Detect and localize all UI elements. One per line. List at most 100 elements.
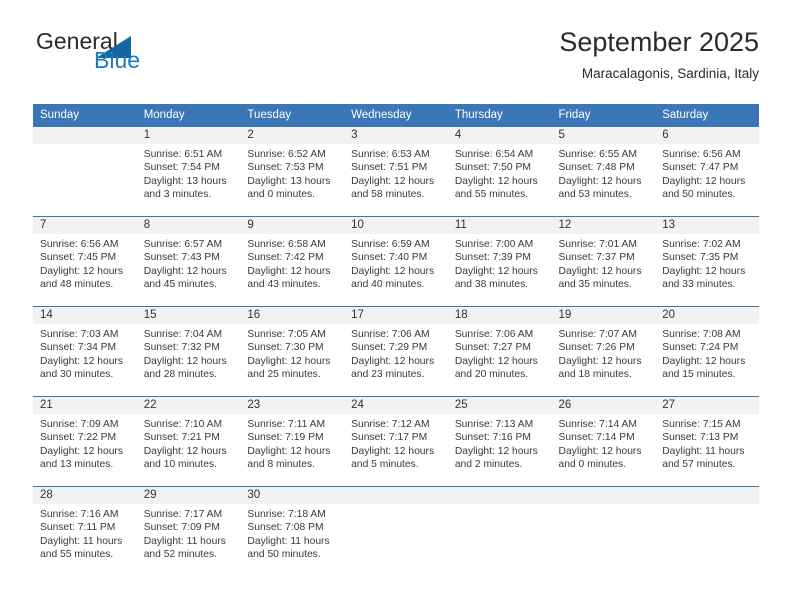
calendar-day-cell[interactable]: 8 Sunrise: 6:57 AM Sunset: 7:43 PM Daylight… [136, 216, 241, 307]
calendar-day-cell[interactable]: 1 Sunrise: 6:51 AM Sunset: 7:54 PM Daylight… [136, 126, 241, 217]
day-details: Sunrise: 6:51 AM Sunset: 7:54 PM Daylight:… [137, 144, 241, 202]
sunset-text: Sunset: 7:43 PM [143, 252, 220, 264]
sunset-text: Sunset: 7:32 PM [143, 342, 220, 354]
weekday-header-monday: Monday [136, 104, 241, 127]
calendar-day-cell[interactable]: 2 Sunrise: 6:52 AM Sunset: 7:53 PM Daylight… [240, 126, 345, 217]
sunrise-text: Sunrise: 7:18 AM [247, 509, 326, 520]
calendar-header-row: Sunday Monday Tuesday Wednesday Thursday… [33, 104, 759, 127]
sunset-text: Sunset: 7:54 PM [143, 162, 220, 174]
calendar-page: General Blue September 2025 Maracalagoni… [0, 0, 792, 612]
sunrise-text: Sunrise: 7:08 AM [662, 329, 741, 340]
sunset-text: Sunset: 7:50 PM [454, 162, 531, 174]
daylight-text-line2: and 25 minutes. [247, 369, 321, 381]
calendar-day-cell[interactable]: 26 Sunrise: 7:14 AM Sunset: 7:14 PM Dayligh… [551, 396, 656, 487]
day-details: Sunrise: 7:06 AM Sunset: 7:29 PM Daylight:… [344, 324, 448, 382]
calendar-day-cell[interactable]: 24 Sunrise: 7:12 AM Sunset: 7:17 PM Dayligh… [344, 396, 448, 487]
daylight-text-line1: Daylight: 12 hours [558, 175, 642, 187]
day-number: 7 [33, 217, 137, 234]
calendar-day-cell[interactable]: 9 Sunrise: 6:58 AM Sunset: 7:42 PM Daylight… [240, 216, 345, 307]
daylight-text-line2: and 52 minutes. [143, 549, 217, 561]
day-number: 26 [551, 397, 656, 414]
sunset-text: Sunset: 7:51 PM [351, 162, 428, 174]
day-details: Sunrise: 6:53 AM Sunset: 7:51 PM Daylight:… [344, 144, 448, 202]
day-details: Sunrise: 7:00 AM Sunset: 7:39 PM Daylight:… [448, 234, 552, 292]
weekday-header-wednesday: Wednesday [344, 104, 448, 127]
calendar-day-cell[interactable]: 20 Sunrise: 7:08 AM Sunset: 7:24 PM Dayligh… [655, 306, 759, 397]
sunset-text: Sunset: 7:26 PM [558, 342, 635, 354]
sunrise-text: Sunrise: 6:57 AM [143, 239, 223, 250]
daylight-text-line2: and 8 minutes. [247, 459, 315, 471]
calendar-day-cell[interactable]: 21 Sunrise: 7:09 AM Sunset: 7:22 PM Dayligh… [33, 396, 137, 487]
daylight-text-line2: and 38 minutes. [454, 279, 529, 291]
day-number: 4 [447, 127, 552, 144]
daylight-text-line1: Daylight: 12 hours [40, 355, 123, 367]
sunrise-text: Sunrise: 7:17 AM [143, 509, 223, 520]
day-number: 22 [136, 397, 241, 414]
daylight-text-line2: and 40 minutes. [351, 279, 425, 291]
daylight-text-line2: and 33 minutes. [662, 279, 736, 291]
sunset-text: Sunset: 7:48 PM [558, 162, 635, 174]
day-details: Sunrise: 6:55 AM Sunset: 7:48 PM Daylight:… [552, 144, 656, 202]
sunrise-text: Sunrise: 6:52 AM [247, 149, 326, 160]
calendar-day-cell[interactable]: 30 Sunrise: 7:18 AM Sunset: 7:08 PM Dayligh… [240, 486, 345, 577]
daylight-text-line1: Daylight: 12 hours [558, 265, 642, 277]
daylight-text-line1: Daylight: 12 hours [143, 355, 227, 367]
day-number: 20 [655, 307, 759, 324]
calendar-day-cell[interactable]: 23 Sunrise: 7:11 AM Sunset: 7:19 PM Dayligh… [240, 396, 345, 487]
sunset-text: Sunset: 7:21 PM [143, 432, 220, 444]
calendar-day-cell[interactable]: 17 Sunrise: 7:06 AM Sunset: 7:29 PM Dayligh… [344, 306, 448, 397]
day-details: Sunrise: 7:10 AM Sunset: 7:21 PM Daylight:… [137, 414, 241, 472]
title-block: September 2025 Maracalagonis, Sardinia, … [559, 27, 759, 80]
day-details: Sunrise: 7:12 AM Sunset: 7:17 PM Daylight:… [344, 414, 448, 472]
calendar-day-cell[interactable]: 10 Sunrise: 6:59 AM Sunset: 7:40 PM Dayligh… [344, 216, 448, 307]
day-number: 25 [447, 397, 552, 414]
sunset-text: Sunset: 7:22 PM [40, 432, 117, 444]
calendar-day-cell[interactable]: 13 Sunrise: 7:02 AM Sunset: 7:35 PM Dayligh… [655, 216, 759, 307]
calendar-day-cell[interactable]: 18 Sunrise: 7:06 AM Sunset: 7:27 PM Dayligh… [447, 306, 552, 397]
sunset-text: Sunset: 7:14 PM [558, 432, 635, 444]
brand-logo[interactable]: General Blue [33, 28, 253, 90]
sunrise-text: Sunrise: 7:04 AM [143, 329, 223, 340]
daylight-text-line1: Daylight: 12 hours [454, 445, 538, 457]
calendar-day-cell[interactable]: 14 Sunrise: 7:03 AM Sunset: 7:34 PM Dayligh… [33, 306, 137, 397]
calendar-day-cell[interactable]: 3 Sunrise: 6:53 AM Sunset: 7:51 PM Daylight… [344, 126, 448, 217]
day-number: 17 [344, 307, 448, 324]
calendar-day-cell[interactable]: 27 Sunrise: 7:15 AM Sunset: 7:13 PM Dayligh… [655, 396, 759, 487]
day-details: Sunrise: 6:56 AM Sunset: 7:45 PM Daylight:… [33, 234, 137, 292]
sunrise-text: Sunrise: 7:02 AM [662, 239, 741, 250]
day-number: 1 [136, 127, 241, 144]
daylight-text-line1: Daylight: 12 hours [351, 445, 435, 457]
calendar-day-cell[interactable]: 5 Sunrise: 6:55 AM Sunset: 7:48 PM Daylight… [551, 126, 656, 217]
day-number: 14 [33, 307, 137, 324]
sunrise-text: Sunrise: 7:01 AM [558, 239, 637, 250]
calendar-day-cell[interactable]: 4 Sunrise: 6:54 AM Sunset: 7:50 PM Daylight… [447, 126, 552, 217]
calendar-day-cell[interactable]: 29 Sunrise: 7:17 AM Sunset: 7:09 PM Dayligh… [136, 486, 241, 577]
daylight-text-line1: Daylight: 12 hours [247, 265, 331, 277]
calendar-day-cell[interactable]: 22 Sunrise: 7:10 AM Sunset: 7:21 PM Dayligh… [136, 396, 241, 487]
calendar-grid: Sunday Monday Tuesday Wednesday Thursday… [33, 104, 759, 577]
sunset-text: Sunset: 7:16 PM [454, 432, 531, 444]
calendar-cell-empty [447, 486, 552, 577]
day-details: Sunrise: 7:05 AM Sunset: 7:30 PM Daylight:… [240, 324, 344, 382]
calendar-day-cell[interactable]: 7 Sunrise: 6:56 AM Sunset: 7:45 PM Daylight… [33, 216, 137, 307]
day-details: Sunrise: 6:54 AM Sunset: 7:50 PM Daylight:… [448, 144, 552, 202]
daylight-text-line2: and 50 minutes. [247, 549, 321, 561]
weekday-header-sunday: Sunday [33, 104, 137, 127]
sunset-text: Sunset: 7:35 PM [662, 252, 739, 264]
calendar-day-cell[interactable]: 15 Sunrise: 7:04 AM Sunset: 7:32 PM Dayligh… [136, 306, 241, 397]
day-details: Sunrise: 7:02 AM Sunset: 7:35 PM Daylight:… [655, 234, 759, 292]
calendar-day-cell[interactable]: 12 Sunrise: 7:01 AM Sunset: 7:37 PM Dayligh… [551, 216, 656, 307]
daylight-text-line2: and 0 minutes. [247, 189, 315, 201]
calendar-day-cell[interactable]: 16 Sunrise: 7:05 AM Sunset: 7:30 PM Dayligh… [240, 306, 345, 397]
calendar-day-cell[interactable]: 6 Sunrise: 6:56 AM Sunset: 7:47 PM Daylight… [655, 126, 759, 217]
calendar-day-cell[interactable]: 19 Sunrise: 7:07 AM Sunset: 7:26 PM Dayligh… [551, 306, 656, 397]
day-number [655, 487, 759, 504]
daylight-text-line2: and 0 minutes. [558, 459, 627, 471]
daylight-text-line2: and 5 minutes. [351, 459, 419, 471]
calendar-day-cell[interactable]: 25 Sunrise: 7:13 AM Sunset: 7:16 PM Dayligh… [447, 396, 552, 487]
day-number: 19 [551, 307, 656, 324]
day-details: Sunrise: 6:59 AM Sunset: 7:40 PM Daylight:… [344, 234, 448, 292]
daylight-text-line2: and 13 minutes. [40, 459, 114, 471]
calendar-day-cell[interactable]: 11 Sunrise: 7:00 AM Sunset: 7:39 PM Dayligh… [447, 216, 552, 307]
calendar-day-cell[interactable]: 28 Sunrise: 7:16 AM Sunset: 7:11 PM Dayligh… [33, 486, 137, 577]
